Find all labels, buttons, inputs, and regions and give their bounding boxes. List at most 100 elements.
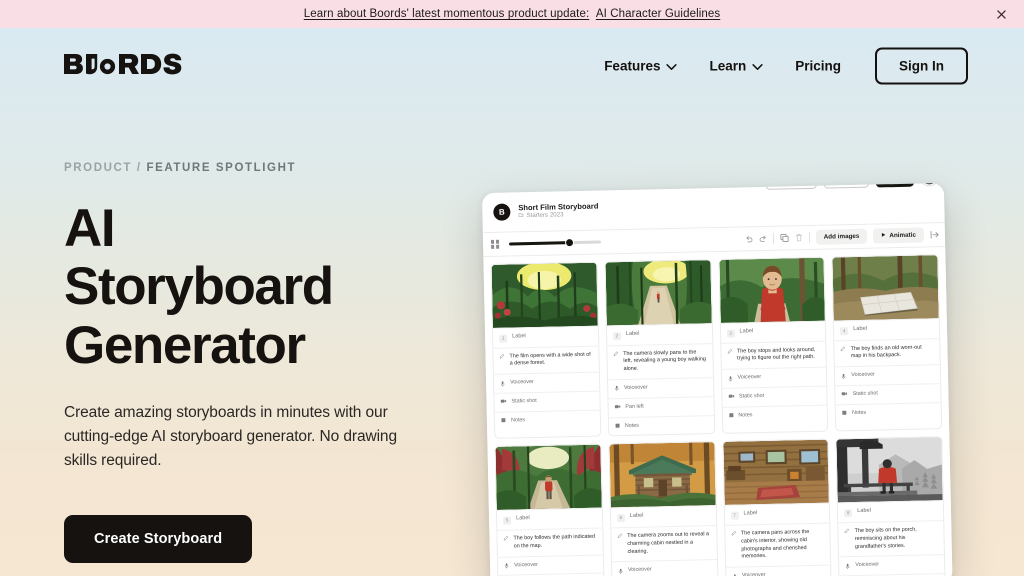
- frame-label[interactable]: Label: [857, 508, 871, 514]
- frame-label-row[interactable]: 4 Label: [834, 318, 940, 340]
- frame-label-row[interactable]: 5 Label: [496, 508, 603, 530]
- avatar[interactable]: [920, 183, 938, 186]
- frame-voiceover[interactable]: Voiceover: [514, 562, 538, 570]
- frame-notes-row[interactable]: Notes: [722, 404, 828, 426]
- frame-shot-row[interactable]: Static shot: [721, 385, 827, 407]
- zoom-slider[interactable]: [509, 238, 602, 248]
- frame-shot-row[interactable]: Pan left: [608, 395, 714, 418]
- trash-icon[interactable]: [795, 233, 803, 242]
- frame-label[interactable]: Label: [626, 331, 640, 337]
- announcement-link[interactable]: AI Character Guidelines: [596, 8, 720, 20]
- storyboard-frame[interactable]: 6 Label The camera zooms out to reveal a…: [608, 441, 719, 576]
- frame-voiceover[interactable]: Voiceover: [851, 372, 875, 380]
- frame-script-row[interactable]: The film opens with a wide shot of a den…: [493, 345, 599, 375]
- frame-label-row[interactable]: 6 Label: [610, 505, 716, 528]
- frame-notes-row[interactable]: Notes: [835, 401, 942, 424]
- frame-label-row[interactable]: 7 Label: [724, 503, 830, 525]
- frame-voiceover[interactable]: Voiceover: [855, 562, 879, 570]
- frame-shot-row[interactable]: Static shot: [494, 390, 600, 412]
- frame-voiceover-row[interactable]: Voiceover: [839, 554, 945, 576]
- frame-script[interactable]: The camera zooms out to reveal a charmin…: [627, 531, 710, 556]
- boords-logo[interactable]: [64, 53, 204, 79]
- frame-label[interactable]: Label: [739, 328, 753, 334]
- frame-notes[interactable]: Notes: [625, 422, 639, 430]
- storyboard-frame[interactable]: 4 Label The boy finds an old worn-out ma…: [831, 254, 943, 432]
- frame-label-row[interactable]: 1 Label: [492, 325, 599, 348]
- frame-notes[interactable]: Notes: [738, 412, 752, 420]
- sign-in-button[interactable]: Sign In: [875, 47, 968, 85]
- frame-voiceover-row[interactable]: Voiceover: [725, 564, 831, 576]
- frame-voiceover-row[interactable]: Voiceover: [607, 377, 713, 399]
- undo-icon[interactable]: [745, 235, 753, 243]
- redo-icon[interactable]: [759, 234, 767, 242]
- frame-label[interactable]: Label: [630, 513, 644, 519]
- frame-thumbnail[interactable]: [609, 442, 716, 508]
- frame-voiceover-row[interactable]: Voiceover: [493, 371, 600, 393]
- frame-script-row[interactable]: The camera zooms out to reveal a charmin…: [611, 525, 717, 562]
- kebab-menu-icon[interactable]: ⋮: [746, 183, 759, 185]
- frame-thumbnail[interactable]: [491, 262, 598, 328]
- frame-script-row[interactable]: The boy sits on the porch, reminiscing a…: [838, 520, 944, 557]
- frame-label[interactable]: Label: [516, 516, 530, 522]
- frame-notes[interactable]: Notes: [511, 417, 525, 425]
- frame-label-row[interactable]: 2 Label: [606, 323, 712, 345]
- storyboard-frame[interactable]: 8 Label The boy sits on the porch, remin…: [835, 436, 947, 576]
- storyboard-frame[interactable]: 5 Label The boy follows the path indicat…: [494, 444, 606, 576]
- present-button[interactable]: Present: [823, 183, 869, 189]
- frame-label[interactable]: Label: [512, 333, 526, 339]
- frame-thumbnail[interactable]: [836, 437, 943, 503]
- frame-notes[interactable]: Notes: [852, 410, 866, 418]
- frame-thumbnail[interactable]: [832, 255, 939, 321]
- frame-voiceover[interactable]: Voiceover: [737, 374, 761, 382]
- frame-notes-row[interactable]: Notes: [608, 414, 714, 436]
- frame-voiceover[interactable]: Voiceover: [624, 385, 648, 393]
- frame-script[interactable]: The camera slowly pans to the left, reve…: [623, 349, 706, 374]
- frame-thumbnail[interactable]: [722, 440, 830, 506]
- download-button[interactable]: Download: [765, 183, 818, 190]
- frame-label-row[interactable]: 3 Label: [720, 320, 826, 343]
- storyboard-frame[interactable]: 3 Label The boy stops and looks around, …: [717, 256, 829, 435]
- frame-script[interactable]: The film opens with a wide shot of a den…: [509, 351, 592, 368]
- frame-shot-type[interactable]: Pan left: [625, 403, 643, 411]
- frame-thumbnail[interactable]: [718, 257, 826, 323]
- frame-voiceover[interactable]: Voiceover: [742, 572, 766, 576]
- frame-script[interactable]: The boy follows the path indicated on th…: [513, 534, 596, 551]
- frame-script-row[interactable]: The boy follows the path indicated on th…: [497, 527, 603, 557]
- storyboard-frame[interactable]: 7 Label The camera pans across the cabin…: [721, 439, 833, 576]
- frame-script-row[interactable]: The boy finds an old worn-out map in his…: [834, 337, 940, 367]
- frame-shot-row[interactable]: Static shot: [835, 383, 941, 405]
- nav-item-learn[interactable]: Learn: [693, 51, 779, 82]
- frame-script[interactable]: The boy finds an old worn-out map in his…: [851, 344, 934, 361]
- frame-voiceover-row[interactable]: Voiceover: [721, 366, 827, 388]
- grid-view-icon[interactable]: [490, 240, 500, 249]
- frame-label[interactable]: Label: [743, 511, 757, 517]
- frame-shot-type[interactable]: Static shot: [739, 393, 764, 401]
- document-folder-name[interactable]: Starters 2023: [526, 212, 563, 221]
- frame-voiceover[interactable]: Voiceover: [628, 567, 652, 575]
- frame-voiceover-row[interactable]: Voiceover: [835, 364, 941, 386]
- frame-voiceover-row[interactable]: Voiceover: [497, 554, 604, 576]
- frame-script-row[interactable]: The boy stops and looks around, trying t…: [720, 340, 827, 370]
- frame-shot-type[interactable]: Static shot: [511, 398, 536, 406]
- frame-thumbnail[interactable]: [495, 445, 602, 511]
- frame-voiceover[interactable]: Voiceover: [510, 379, 534, 387]
- animatic-button[interactable]: Animatic: [873, 227, 925, 244]
- add-images-button[interactable]: Add images: [815, 228, 868, 245]
- frame-label-row[interactable]: 8 Label: [838, 500, 944, 523]
- duplicate-icon[interactable]: [780, 233, 789, 243]
- zoom-slider-knob[interactable]: [565, 238, 575, 248]
- nav-item-features[interactable]: Features: [588, 51, 693, 82]
- frame-script[interactable]: The boy sits on the porch, reminiscing a…: [855, 526, 938, 551]
- frame-notes-row[interactable]: Notes: [494, 409, 600, 431]
- frame-thumbnail[interactable]: [605, 260, 712, 326]
- storyboard-frame[interactable]: 1 Label The film opens with a wide shot …: [490, 261, 602, 440]
- frame-shot-type[interactable]: Static shot: [853, 390, 878, 398]
- close-icon[interactable]: [992, 5, 1010, 23]
- frame-script-row[interactable]: The camera pans across the cabin's inter…: [724, 522, 831, 568]
- share-button[interactable]: Share: [875, 183, 914, 188]
- storyboard-frame[interactable]: 2 Label The camera slowly pans to the le…: [604, 259, 715, 437]
- zoom-slider-track[interactable]: [509, 238, 602, 248]
- frame-script-row[interactable]: The camera slowly pans to the left, reve…: [607, 342, 713, 380]
- frame-script[interactable]: The boy stops and looks around, trying t…: [737, 346, 820, 363]
- frame-label[interactable]: Label: [853, 326, 867, 332]
